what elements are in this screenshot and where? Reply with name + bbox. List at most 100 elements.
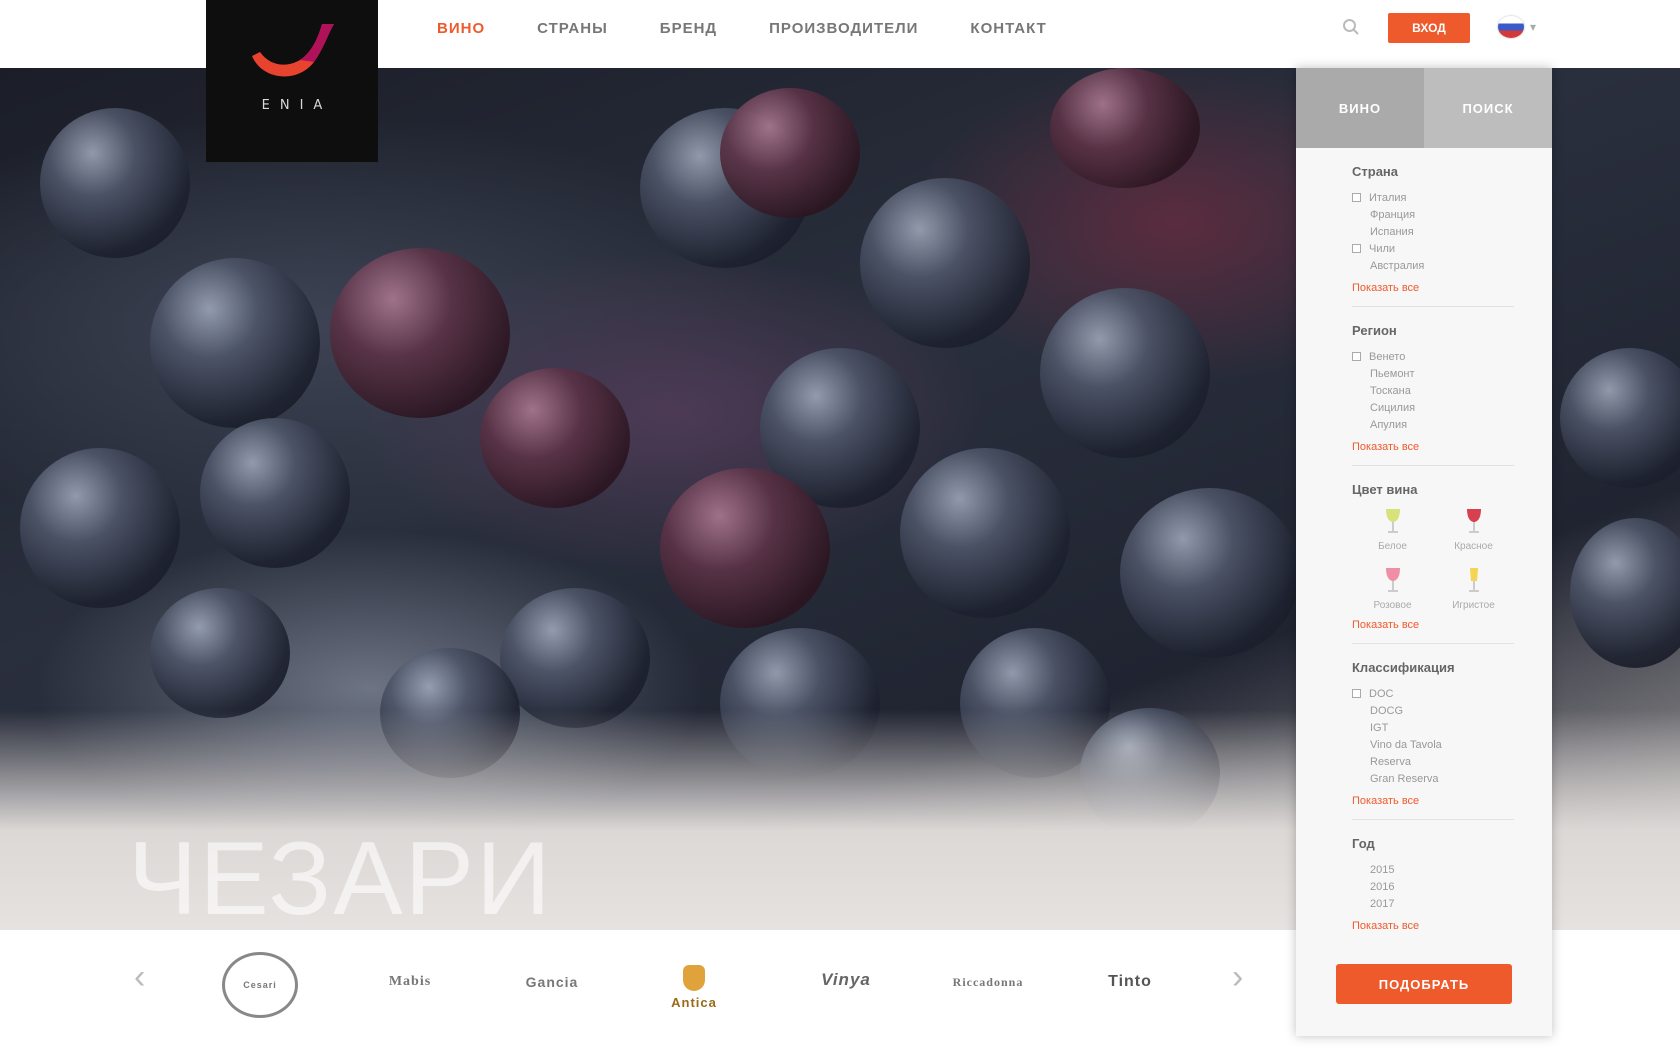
show-more-link[interactable]: Показать все [1352, 441, 1419, 453]
brand-name: Cesari [243, 980, 277, 990]
filter-section-country: Страна Италия Франция Испания Чили Австр… [1352, 148, 1514, 307]
brand-logo[interactable]: Tinto [1084, 952, 1176, 1012]
nav-item-brand[interactable]: БРЕНД [660, 20, 717, 37]
tab-wine[interactable]: ВИНО [1296, 68, 1424, 148]
filter-section-title: Классификация [1352, 660, 1455, 675]
chevron-down-icon: ▾ [1530, 20, 1537, 34]
checkbox[interactable] [1352, 352, 1361, 361]
brand-name: Riccadonna [952, 974, 1024, 989]
filter-tabs: ВИНО ПОИСК [1296, 68, 1552, 148]
filter-section-title: Год [1352, 836, 1375, 851]
site-logo[interactable]: ENIA [206, 0, 378, 162]
option-label: 2017 [1370, 897, 1395, 910]
nav-item-wine[interactable]: ВИНО [437, 20, 485, 37]
option-label: Франция [1370, 208, 1416, 221]
brand-name: Tinto [1108, 973, 1152, 990]
filter-option[interactable]: Венето [1352, 348, 1514, 365]
filter-section-classification: Классификация DOC DOCG IGT Vino da Tavol… [1352, 644, 1514, 820]
option-label: Gran Reserva [1370, 772, 1439, 785]
hero-title: ЧЕЗАРИ [128, 821, 553, 930]
wine-color-grid: Белое Красное Розовое Игристое [1352, 507, 1514, 611]
filter-option[interactable]: Тоскана [1352, 382, 1514, 399]
checkbox[interactable] [1352, 244, 1361, 253]
option-label: Австралия [1370, 259, 1425, 272]
filter-option[interactable]: DOCG [1352, 702, 1514, 719]
filter-option[interactable]: 2017 [1352, 895, 1514, 912]
filter-option[interactable]: Vino da Tavola [1352, 736, 1514, 753]
wine-color-label: Белое [1378, 541, 1407, 552]
show-more-link[interactable]: Показать все [1352, 619, 1419, 631]
filter-option[interactable]: Пьемонт [1352, 365, 1514, 382]
logo-text: ENIA [261, 98, 333, 113]
sparkling-wine-glass-icon [1468, 568, 1479, 592]
chevron-right-icon[interactable]: › [1232, 958, 1243, 997]
option-label: Испания [1370, 225, 1414, 238]
tab-search[interactable]: ПОИСК [1424, 68, 1552, 148]
filter-option[interactable]: IGT [1352, 719, 1514, 736]
search-button[interactable] [1338, 14, 1364, 40]
filter-option[interactable]: Gran Reserva [1352, 770, 1514, 787]
brand-logo[interactable]: Gancia [510, 952, 594, 1012]
option-label: Чили [1369, 242, 1396, 255]
filter-option[interactable]: 2015 [1352, 861, 1514, 878]
filter-section-title: Регион [1352, 323, 1397, 338]
filter-option[interactable]: Австралия [1352, 257, 1514, 274]
red-wine-glass-icon [1466, 509, 1481, 533]
main-nav: ВИНО СТРАНЫ БРЕНД ПРОИЗВОДИТЕЛИ КОНТАКТ [437, 0, 1099, 56]
option-label: DOCG [1370, 704, 1403, 717]
checkbox[interactable] [1352, 193, 1361, 202]
brand-logo[interactable]: Mabis [360, 952, 460, 1012]
brand-name: Antica [671, 994, 717, 1010]
filter-option[interactable]: Reserva [1352, 753, 1514, 770]
login-button[interactable]: ВХОД [1388, 13, 1470, 43]
nav-item-producers[interactable]: ПРОИЗВОДИТЕЛИ [769, 20, 918, 37]
crest-icon [683, 964, 705, 991]
brand-logo[interactable]: Vinya [800, 952, 892, 1008]
filter-option[interactable]: Италия [1352, 189, 1514, 206]
brand-logo[interactable]: Cesari [222, 952, 298, 1018]
nav-item-countries[interactable]: СТРАНЫ [537, 20, 608, 37]
apply-filter-button[interactable]: ПОДОБРАТЬ [1336, 964, 1512, 1004]
filter-option[interactable]: 2016 [1352, 878, 1514, 895]
filter-option[interactable]: Чили [1352, 240, 1514, 257]
wine-color-white[interactable]: Белое [1352, 507, 1433, 552]
option-label: Vino da Tavola [1370, 738, 1442, 751]
show-more-link[interactable]: Показать все [1352, 795, 1419, 807]
wine-color-red[interactable]: Красное [1433, 507, 1514, 552]
filter-option[interactable]: Сицилия [1352, 399, 1514, 416]
filter-section-wine-color: Цвет вина Белое Красное Розовое Игристое… [1352, 466, 1514, 644]
flag-icon [1498, 16, 1524, 38]
filter-section-title: Страна [1352, 164, 1399, 179]
option-label: Апулия [1370, 418, 1408, 431]
filter-panel: ВИНО ПОИСК Страна Италия Франция Испания… [1296, 68, 1552, 1036]
chevron-left-icon[interactable]: ‹ [134, 958, 145, 997]
filter-option[interactable]: Испания [1352, 223, 1514, 240]
search-icon [1343, 19, 1359, 35]
option-label: DOC [1369, 687, 1394, 700]
option-label: Италия [1369, 191, 1407, 204]
filter-option[interactable]: Апулия [1352, 416, 1514, 433]
wine-color-label: Игристое [1452, 600, 1495, 611]
option-label: 2015 [1370, 863, 1395, 876]
language-switcher[interactable]: ▾ [1498, 16, 1536, 38]
option-label: Reserva [1370, 755, 1411, 768]
checkbox[interactable] [1352, 689, 1361, 698]
option-label: Тоскана [1370, 384, 1411, 397]
option-label: 2016 [1370, 880, 1395, 893]
show-more-link[interactable]: Показать все [1352, 920, 1419, 932]
filter-section-title: Цвет вина [1352, 482, 1418, 497]
white-wine-glass-icon [1385, 509, 1400, 533]
show-more-link[interactable]: Показать все [1352, 282, 1419, 294]
option-label: IGT [1370, 721, 1389, 734]
brand-name: Gancia [525, 974, 579, 990]
filter-option[interactable]: Франция [1352, 206, 1514, 223]
logo-mark-icon [252, 24, 334, 77]
option-label: Пьемонт [1370, 367, 1415, 380]
nav-item-contact[interactable]: КОНТАКТ [970, 20, 1046, 37]
brand-logo[interactable]: Antica [648, 952, 740, 1022]
wine-color-sparkling[interactable]: Игристое [1433, 566, 1514, 611]
wine-color-label: Красное [1454, 541, 1493, 552]
brand-logo[interactable]: Riccadonna [936, 952, 1040, 1012]
wine-color-rose[interactable]: Розовое [1352, 566, 1433, 611]
filter-option[interactable]: DOC [1352, 685, 1514, 702]
